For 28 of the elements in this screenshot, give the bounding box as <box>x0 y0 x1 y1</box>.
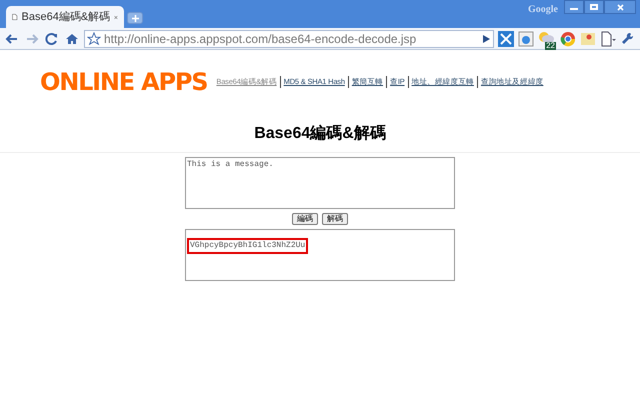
action-button[interactable]: 編碼 <box>292 213 318 225</box>
browser-tab[interactable]: Base64編碼&解碼 <box>6 6 124 28</box>
temperature-badge: 22 <box>545 42 556 50</box>
url-text: http://online-apps.appspot.com/base64-encode-decode.jsp <box>104 30 418 48</box>
close-button[interactable] <box>604 0 636 14</box>
new-tab-button[interactable] <box>127 12 143 24</box>
output-field[interactable]: VGhpcyBpcyBhIG1lc3NhZ2Uu <box>185 229 455 281</box>
star-icon[interactable] <box>87 32 101 46</box>
plus-icon <box>132 14 138 22</box>
page-heading: Base64編碼&解碼 <box>254 124 386 144</box>
page-menu-icon[interactable] <box>600 30 616 46</box>
go-icon[interactable] <box>481 34 491 44</box>
site-logo: ONLINE APPS <box>40 67 208 98</box>
address-bar[interactable]: http://online-apps.appspot.com/base64-encode-decode.jsp <box>84 30 494 48</box>
close-icon <box>616 4 624 10</box>
map-icon[interactable] <box>580 30 596 46</box>
weather-icon[interactable] <box>538 30 554 42</box>
wrench-icon[interactable] <box>620 30 636 46</box>
close-icon[interactable] <box>114 14 118 20</box>
encoded-text: VGhpcyBpcyBhIG1lc3NhZ2Uu <box>187 238 308 254</box>
maximize-button[interactable] <box>584 0 604 14</box>
tab-title: Base64編碼&解碼 <box>22 10 110 25</box>
minimize-button[interactable] <box>564 0 584 14</box>
input-field[interactable]: This is a message. <box>185 157 455 209</box>
page-icon <box>12 11 18 23</box>
action-button[interactable]: 解碼 <box>322 213 348 225</box>
brand-label: Google <box>528 3 558 17</box>
reload-icon[interactable] <box>44 30 60 46</box>
